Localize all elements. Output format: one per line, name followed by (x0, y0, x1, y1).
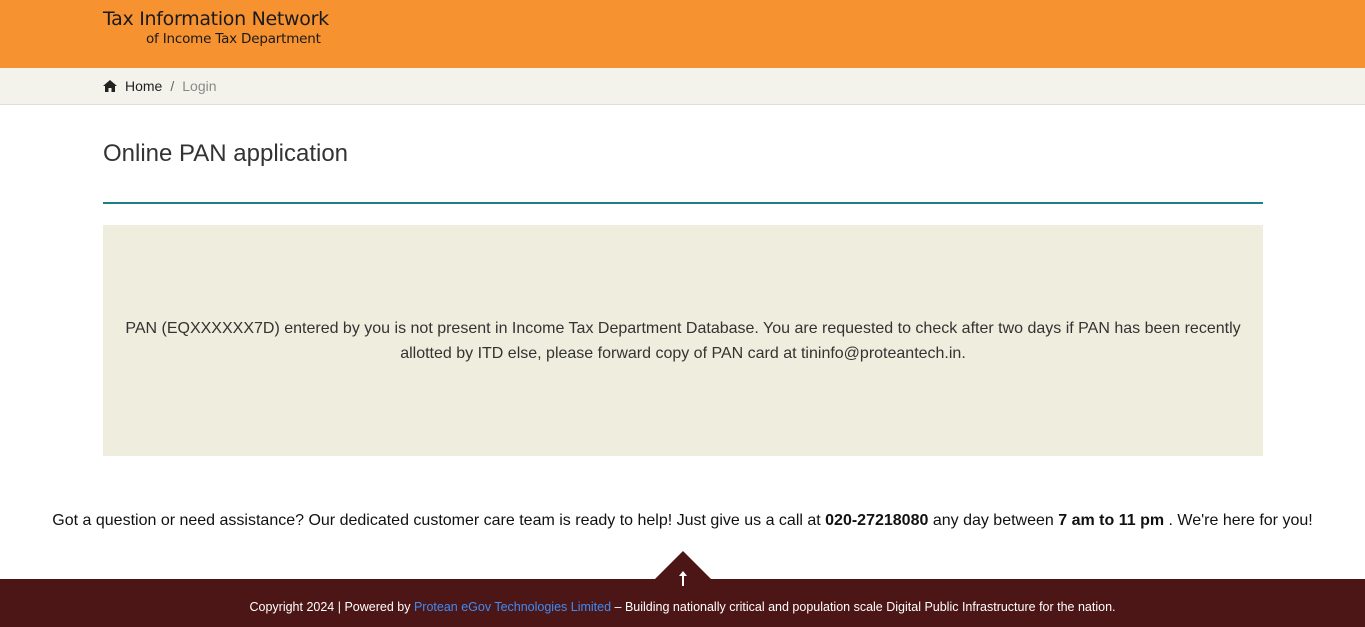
site-header: Tax Information Network of Income Tax De… (0, 0, 1365, 68)
breadcrumb: Home / Login (103, 78, 217, 94)
arrow-up-icon[interactable] (675, 569, 691, 587)
logo-subtitle: of Income Tax Department (146, 31, 321, 47)
company-link[interactable]: Protean eGov Technologies Limited (414, 600, 611, 614)
footer-tagline: – Building nationally critical and popul… (611, 600, 1116, 614)
assistance-outro: . We're here for you! (1164, 512, 1313, 529)
support-phone: 020-27218080 (825, 512, 929, 529)
site-logo[interactable]: Tax Information Network of Income Tax De… (103, 10, 329, 47)
breadcrumb-bar: Home / Login (0, 68, 1365, 105)
assistance-middle: any day between (928, 512, 1059, 529)
support-hours: 7 am to 11 pm (1058, 512, 1165, 529)
copyright-text: Copyright 2024 | Powered by (249, 600, 414, 614)
assistance-text: Got a question or need assistance? Our d… (0, 512, 1365, 530)
page-title: Online PAN application (103, 140, 349, 167)
breadcrumb-home-link[interactable]: Home (125, 78, 162, 94)
message-box: PAN (EQXXXXXX7D) entered by you is not p… (103, 225, 1263, 456)
footer-copyright: Copyright 2024 | Powered by Protean eGov… (0, 600, 1365, 614)
breadcrumb-current: Login (182, 78, 217, 94)
error-message: PAN (EQXXXXXX7D) entered by you is not p… (125, 319, 1241, 362)
logo-title: Tax Information Network (103, 8, 329, 30)
breadcrumb-separator: / (170, 78, 175, 94)
home-icon[interactable] (103, 80, 117, 92)
title-divider (103, 202, 1263, 204)
assistance-intro: Got a question or need assistance? Our d… (52, 512, 826, 529)
